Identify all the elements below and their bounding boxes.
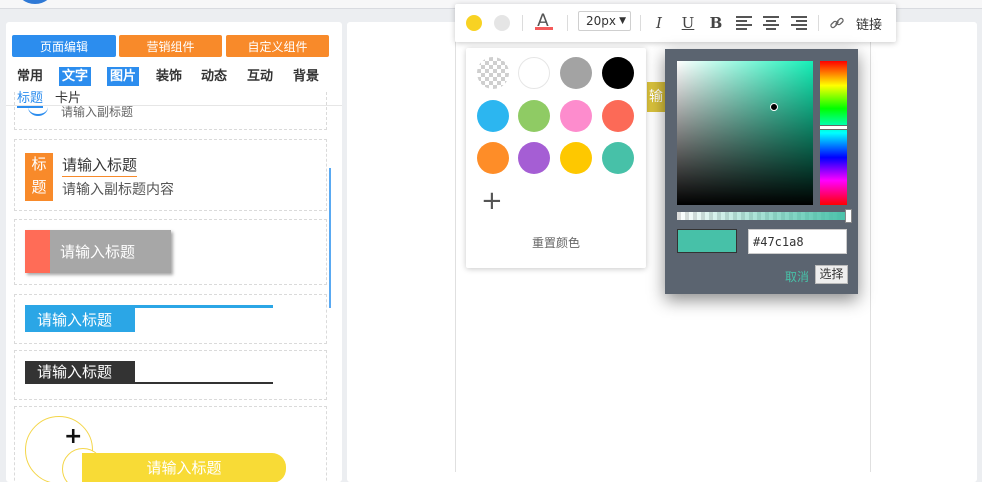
reset-color-button[interactable]: 重置颜色 [466,234,646,251]
subtitle-text: 请输入副标题 [61,105,134,119]
link-button[interactable]: 链接 [853,4,885,42]
add-color-button[interactable]: + [481,188,503,214]
toolbar-divider [567,15,568,31]
tab-text[interactable]: 文字 [59,67,92,86]
title-text: 请输入标题 [25,308,135,332]
color-picker: 取消 选择 [665,49,858,294]
color-cursor[interactable] [770,103,778,111]
toolbar-divider [818,15,819,31]
canvas-title-element[interactable]: 输 [647,82,665,112]
subtitle-text: 请输入副标题内容 [62,182,174,198]
dark-underline [25,382,273,384]
align-left-icon[interactable] [735,4,753,42]
title-text: 请输入标题 [25,361,135,383]
title-text: 请输入标题 [82,453,286,482]
accent-bar [25,230,50,273]
swatch-blue[interactable] [477,100,509,132]
plus-icon: + [64,424,83,449]
swatch-purple[interactable] [518,142,550,174]
component-panel: 页面编辑 营销组件 自定义组件 常用 文字 图片 装饰 动态 互动 背景 标题 … [6,22,342,482]
font-color-indicator [535,27,553,30]
swatch-transparent[interactable] [477,57,509,89]
color-preview [677,229,737,253]
text-format-toolbar: A I U B 链接 [455,4,896,42]
title-tag: 标 题 [25,153,53,201]
swatch-teal[interactable] [602,142,634,174]
align-center-icon[interactable] [762,4,780,42]
title-style-item[interactable] [14,139,327,211]
toolbar-divider [640,15,641,31]
hue-handle[interactable] [819,125,848,130]
custom-components-button[interactable]: 自定义组件 [226,35,329,57]
link-icon[interactable] [828,4,846,42]
hue-slider[interactable] [819,61,848,205]
decoration-arc [28,98,48,116]
swatch-black[interactable] [602,57,634,89]
underline-icon[interactable]: U [680,4,696,42]
swatch-orange[interactable] [477,142,509,174]
tab-dynamic[interactable]: 动态 [201,67,227,86]
toolbar-divider [522,15,523,31]
italic-icon[interactable]: I [651,4,667,42]
swatch-red[interactable] [602,100,634,132]
tab-decoration[interactable]: 装饰 [156,67,182,86]
cancel-button[interactable]: 取消 [785,268,809,285]
page-edit-button[interactable]: 页面编辑 [12,35,116,57]
marketing-components-button[interactable]: 营销组件 [119,35,222,57]
alpha-handle[interactable] [845,209,852,223]
swatch-green[interactable] [518,100,550,132]
tab-background[interactable]: 背景 [293,67,319,86]
swatch-pink[interactable] [560,100,592,132]
scrollbar-thumb[interactable] [329,168,331,308]
background-color-dot-icon[interactable] [485,4,519,42]
swatch-yellow[interactable] [560,142,592,174]
bold-icon[interactable]: B [708,4,724,42]
tab-image[interactable]: 图片 [107,67,140,86]
swatch-grey[interactable] [560,57,592,89]
chevron-down-icon: ▼ [619,16,626,26]
grey-title-card: 请输入标题 [25,230,171,273]
tab-interactive[interactable]: 互动 [247,67,273,86]
saturation-value-area[interactable] [677,61,813,205]
color-swatch-dropdown: + 重置颜色 [466,48,646,268]
tab-common[interactable]: 常用 [17,67,43,86]
alpha-slider[interactable] [677,209,852,223]
font-size-select[interactable]: 20px ▼ [578,11,631,31]
title-text: 请输入标题 [62,154,138,177]
hex-input[interactable] [748,229,847,254]
font-color-icon[interactable]: A [528,4,558,42]
choose-button[interactable]: 选择 [815,265,848,284]
swatch-white[interactable] [518,57,550,89]
align-right-icon[interactable] [790,4,808,42]
title-text: 请输入标题 [60,243,136,261]
